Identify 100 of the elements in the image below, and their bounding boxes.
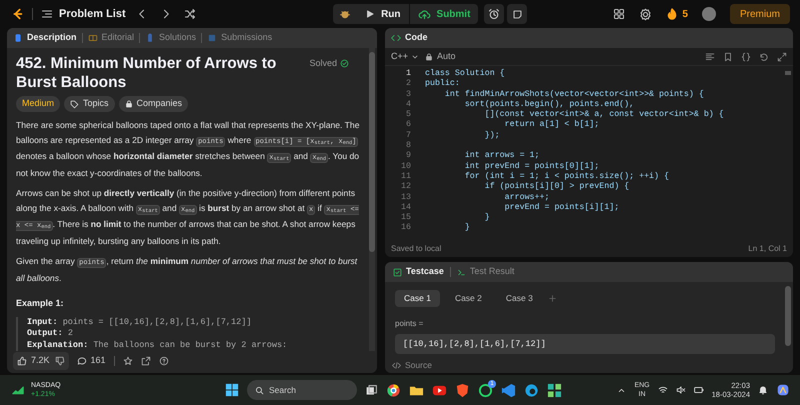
undo-icon[interactable]: [759, 52, 769, 62]
code-line: prevEnd = points[i][1];: [504, 202, 620, 214]
settings-icon[interactable]: [639, 8, 652, 20]
speech-bubble-icon: [76, 356, 87, 366]
solved-status: Solved: [309, 57, 337, 70]
expand-icon[interactable]: [777, 52, 787, 62]
problem-title: 452. Minimum Number of Arrows to Burst Balloons: [16, 54, 278, 92]
case-tab[interactable]: Case 2: [446, 290, 491, 307]
example-line: Output: 2: [27, 328, 73, 340]
code-icon: [391, 33, 401, 43]
wifi-icon[interactable]: [658, 385, 668, 395]
line-number: 8: [405, 141, 411, 152]
lock-icon: [124, 100, 133, 108]
windows-icon[interactable]: [225, 383, 239, 397]
code-line: sort(points.begin(), points.end(),: [464, 100, 634, 110]
panel-tab[interactable]: Solutions: [145, 31, 196, 45]
line-number: 6: [405, 120, 411, 131]
grid-icon[interactable]: [613, 8, 626, 20]
submit-button[interactable]: Submit: [408, 4, 478, 24]
speaker-muted-icon[interactable]: [676, 385, 686, 395]
terminal-icon: [456, 268, 466, 276]
case-tab[interactable]: Case 1: [395, 290, 440, 307]
line-number: 4: [405, 100, 411, 110]
mode-label: Auto: [437, 50, 456, 63]
save-status: Saved to local: [391, 243, 442, 255]
copilot-icon[interactable]: [776, 383, 790, 397]
bell-icon[interactable]: [758, 385, 768, 395]
scrollbar[interactable]: [369, 48, 375, 351]
comments-button[interactable]: 161: [76, 354, 106, 368]
notes-button[interactable]: [507, 4, 528, 24]
code-line: class Solution {: [425, 69, 505, 79]
cloud-upload-icon: [418, 8, 431, 20]
source-link[interactable]: Source: [405, 359, 432, 372]
fire-icon[interactable]: [666, 8, 678, 20]
task-view-icon[interactable]: [365, 384, 378, 396]
list-icon: [41, 8, 53, 20]
square-icon: [207, 33, 218, 43]
line-number: 13: [400, 192, 411, 203]
example-line: Input: points = [[10,16],[2,8],[1,6],[7,12]]: [27, 316, 252, 328]
search-field[interactable]: Search: [247, 380, 357, 400]
problem-list-button[interactable]: Problem List: [41, 6, 126, 22]
timer-button[interactable]: [484, 4, 504, 24]
line-number: 5: [405, 110, 411, 120]
document-icon: [13, 33, 23, 43]
run-button[interactable]: Run: [357, 4, 409, 24]
tag-chip[interactable]: Topics: [64, 96, 115, 112]
avatar[interactable]: [702, 7, 716, 21]
tag-chip[interactable]: Medium: [16, 96, 60, 112]
shuffle-icon[interactable]: [184, 8, 196, 20]
search-icon: [255, 386, 264, 394]
panel-tab[interactable]: Submissions: [207, 31, 272, 45]
panel-tab[interactable]: Testcase: [393, 265, 444, 279]
line-number: 2: [405, 79, 411, 90]
streak-count: 5: [682, 8, 688, 22]
premium-button[interactable]: Premium: [730, 4, 790, 24]
note-icon: [512, 8, 523, 20]
line-number: 9: [405, 151, 411, 162]
line-number: 15: [400, 213, 411, 224]
language-dropdown[interactable]: C++: [391, 50, 420, 64]
tag-icon: [70, 100, 80, 108]
panel-tab[interactable]: Editorial: [88, 31, 134, 45]
star-icon[interactable]: [122, 356, 133, 366]
share-icon[interactable]: [140, 356, 151, 366]
code-line: }: [484, 213, 490, 224]
code-line: int prevEnd = points[0][1];: [464, 162, 600, 172]
help-icon[interactable]: [158, 356, 169, 366]
play-icon: [365, 9, 376, 19]
thumbs-up-icon: [17, 356, 27, 366]
code-line: }: [464, 223, 470, 234]
format-icon[interactable]: [705, 52, 715, 62]
code-line: int arrows = 1;: [464, 151, 540, 162]
code-icon: [392, 360, 401, 370]
bookmark-icon[interactable]: [723, 52, 733, 62]
checkbox-icon: [393, 268, 402, 276]
line-number: 7: [405, 130, 411, 142]
code-line: [](const vector<int>& a, const vector<int>& b) {: [484, 110, 724, 120]
line-number: 10: [400, 162, 411, 172]
line-number: 1: [405, 69, 411, 80]
line-number: 12: [400, 182, 411, 193]
tag-chip[interactable]: Companies: [118, 96, 188, 112]
parameter-input[interactable]: [[10,16],[2,8],[1,6],[7,12]]: [395, 334, 775, 354]
alarm-clock-icon: [488, 8, 500, 20]
shield-icon[interactable]: [455, 382, 470, 398]
example-line: Explanation: The balloons can be burst by 2 arrows:: [27, 340, 288, 351]
stock-chart-icon[interactable]: [10, 384, 26, 396]
braces-icon[interactable]: [741, 52, 751, 62]
panel-tab[interactable]: Test Result: [456, 265, 514, 279]
panel-tab[interactable]: Description: [13, 31, 77, 45]
code-line: for (int i = 1; i < points.size(); ++i) {: [464, 172, 669, 182]
case-tab[interactable]: Case 3: [496, 290, 542, 307]
cursor-position: Ln 1, Col 1: [748, 243, 787, 255]
parameter-label: points =: [395, 318, 424, 330]
battery-icon[interactable]: [694, 385, 704, 395]
thumbs-down-icon[interactable]: [54, 356, 65, 366]
book-icon: [88, 33, 98, 43]
line-number: 16: [400, 223, 411, 234]
panel-title: Code: [405, 31, 428, 44]
grid-app-icon[interactable]: [547, 382, 562, 398]
code-line: arrows++;: [504, 192, 550, 203]
browser-icon[interactable]: [386, 382, 401, 398]
